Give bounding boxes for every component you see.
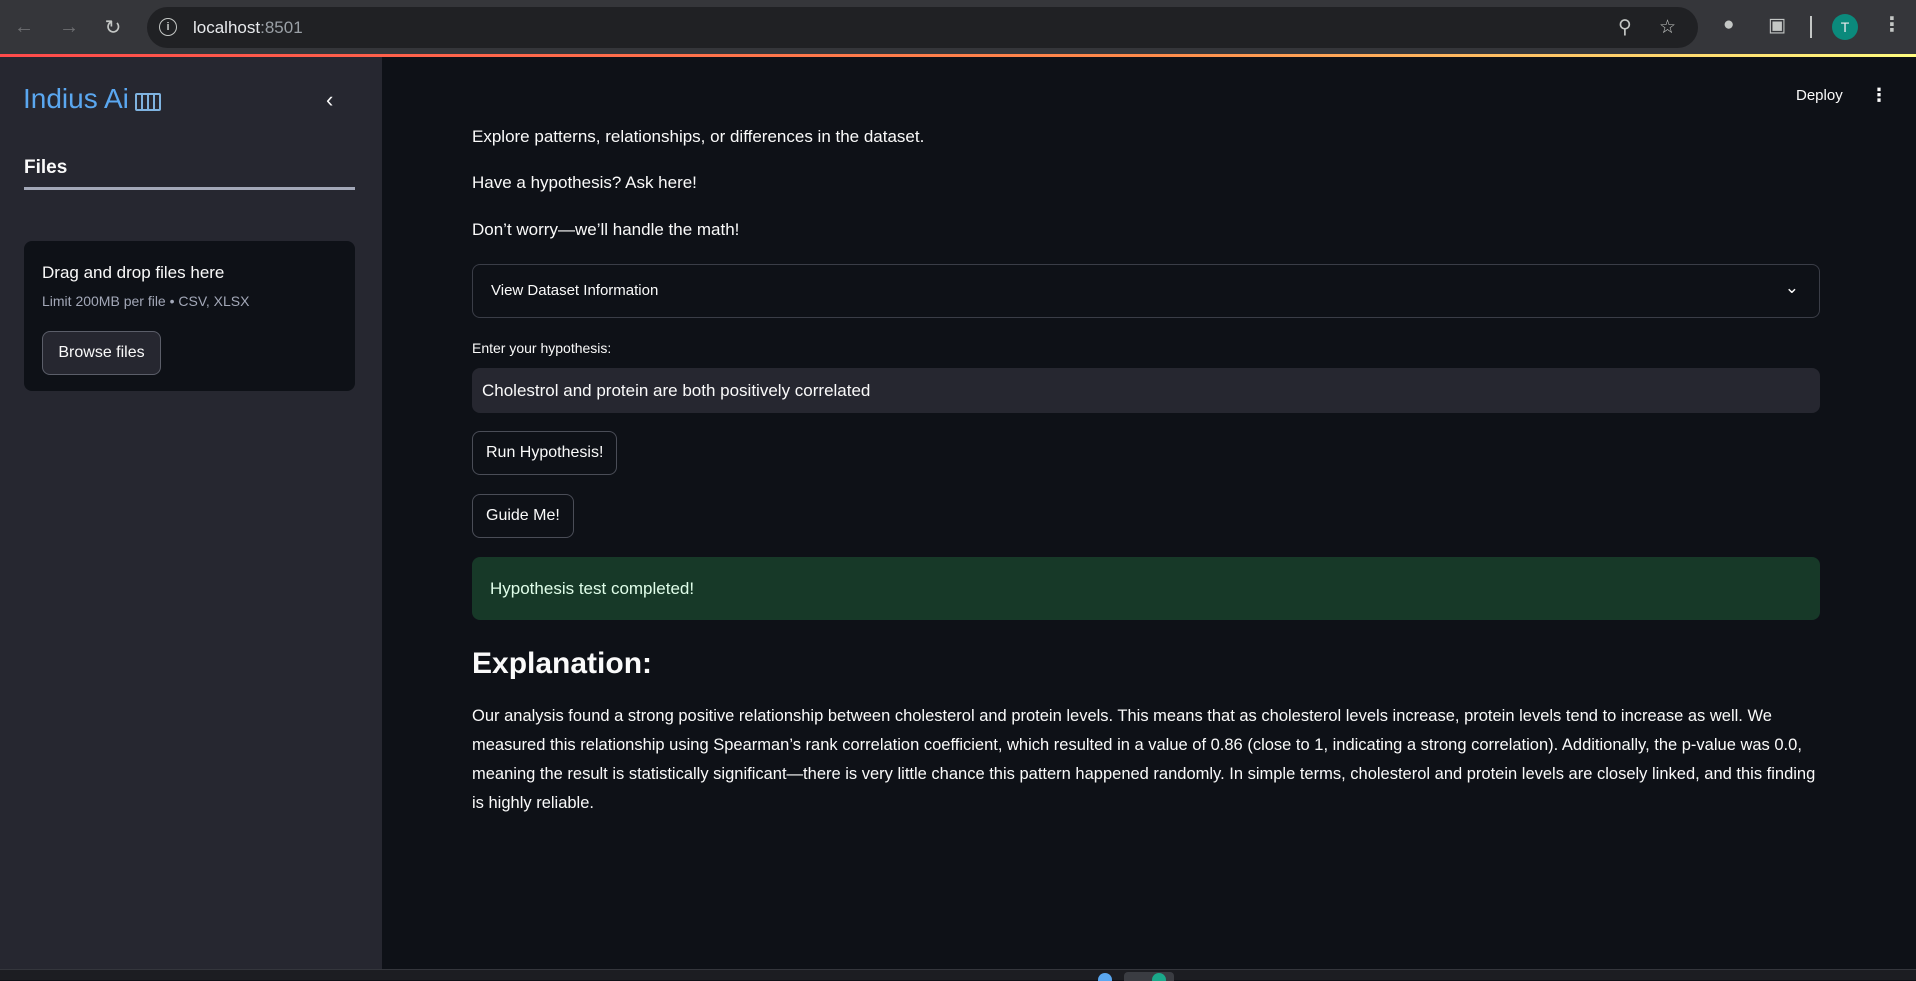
office-building-icon (134, 93, 161, 111)
chevron-down-icon: ⌄ (1784, 278, 1799, 297)
dropzone-limit: Limit 200MB per file • CSV, XLSX (42, 293, 250, 309)
forward-arrow-icon[interactable]: → (57, 13, 81, 41)
run-hypothesis-button[interactable]: Run Hypothesis! (472, 431, 618, 475)
browse-files-button[interactable]: Browse files (42, 331, 161, 375)
brand-text: Indius Ai (23, 83, 129, 114)
expander-label: View Dataset Information (491, 282, 659, 299)
back-arrow-icon[interactable]: ← (12, 13, 36, 41)
guide-me-button[interactable]: Guide Me! (472, 494, 574, 538)
success-alert: Hypothesis test completed! (472, 557, 1820, 620)
extension-icon[interactable]: ● (1723, 14, 1734, 36)
site-info-icon[interactable]: i (159, 18, 177, 36)
puzzle-extensions-icon[interactable]: ▣ (1768, 14, 1786, 37)
toolbar-divider (1810, 16, 1812, 38)
collapse-sidebar-icon[interactable]: ‹ (326, 87, 333, 113)
explanation-heading: Explanation: (472, 647, 653, 680)
intro-line-2: Have a hypothesis? Ask here! (472, 173, 697, 192)
dropzone-title: Drag and drop files here (42, 263, 225, 282)
success-message: Hypothesis test completed! (490, 579, 695, 598)
intro-line-3: Don’t worry—we’ll handle the math! (472, 220, 740, 239)
intro-line-1: Explore patterns, relationships, or diff… (472, 127, 925, 146)
zoom-icon[interactable]: ⚲ (1618, 16, 1632, 39)
deploy-button[interactable]: Deploy (1796, 87, 1843, 104)
bookmark-star-icon[interactable]: ☆ (1659, 16, 1676, 39)
explanation-paragraph: Our analysis found a strong positive rel… (472, 707, 1816, 812)
url-text[interactable]: localhost:8501 (193, 18, 303, 38)
dataset-info-expander[interactable]: View Dataset Information ⌄ (472, 264, 1820, 318)
profile-avatar[interactable]: T (1832, 14, 1858, 40)
file-uploader-dropzone[interactable]: Drag and drop files here Limit 200MB per… (24, 241, 355, 391)
hypothesis-input[interactable] (472, 368, 1820, 413)
os-taskbar (0, 969, 1916, 981)
main-content: Deploy ⋮ Explore patterns, relationships… (382, 57, 1916, 969)
reload-icon[interactable]: ↻ (101, 13, 125, 41)
browser-menu-icon[interactable]: ⋮ (1882, 12, 1902, 37)
browser-toolbar: ← → ↻ i localhost:8501 ⚲ ☆ ● ▣ T ⋮ (0, 0, 1916, 54)
sidebar: Indius Ai ‹ Files Drag and drop files he… (0, 57, 382, 969)
url-port: :8501 (260, 18, 303, 37)
tab-files[interactable]: Files (24, 157, 355, 190)
app-menu-icon[interactable]: ⋮ (1870, 85, 1888, 106)
url-host: localhost (193, 18, 261, 37)
hypothesis-input-label: Enter your hypothesis: (472, 340, 612, 356)
address-bar[interactable]: i localhost:8501 ⚲ ☆ (147, 7, 1698, 48)
brand-title: Indius Ai (23, 83, 161, 115)
